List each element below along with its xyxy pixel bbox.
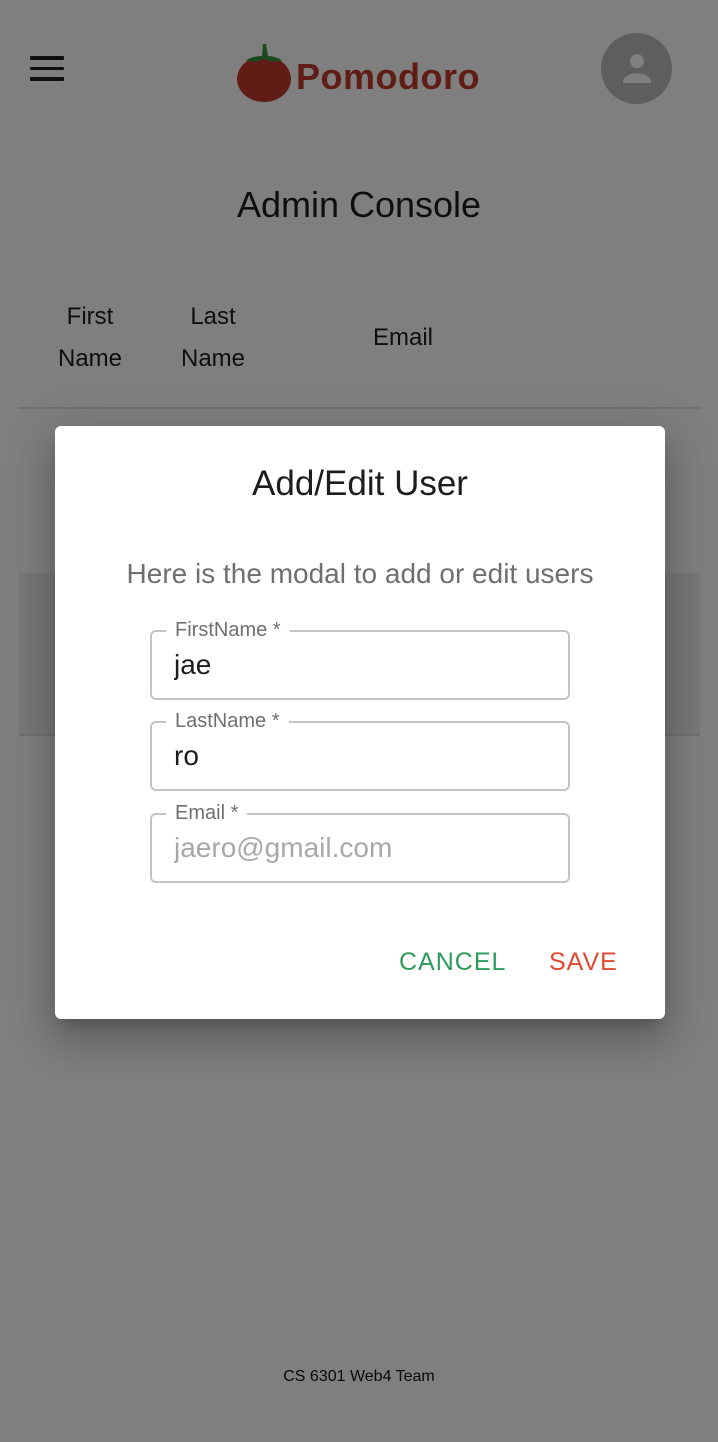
save-button[interactable]: SAVE (549, 942, 618, 982)
modal-description: Here is the modal to add or edit users (126, 558, 594, 589)
add-edit-user-modal: Add/Edit User Here is the modal to add o… (55, 426, 665, 1019)
last-name-field: LastName * (150, 709, 570, 791)
modal-title: Add/Edit User (252, 464, 468, 503)
cancel-button[interactable]: CANCEL (399, 942, 506, 982)
first-name-field: FirstName * (150, 618, 570, 700)
first-name-input[interactable] (174, 632, 554, 698)
last-name-input[interactable] (174, 723, 554, 789)
email-input[interactable] (174, 815, 554, 881)
email-field: Email * (150, 801, 570, 883)
